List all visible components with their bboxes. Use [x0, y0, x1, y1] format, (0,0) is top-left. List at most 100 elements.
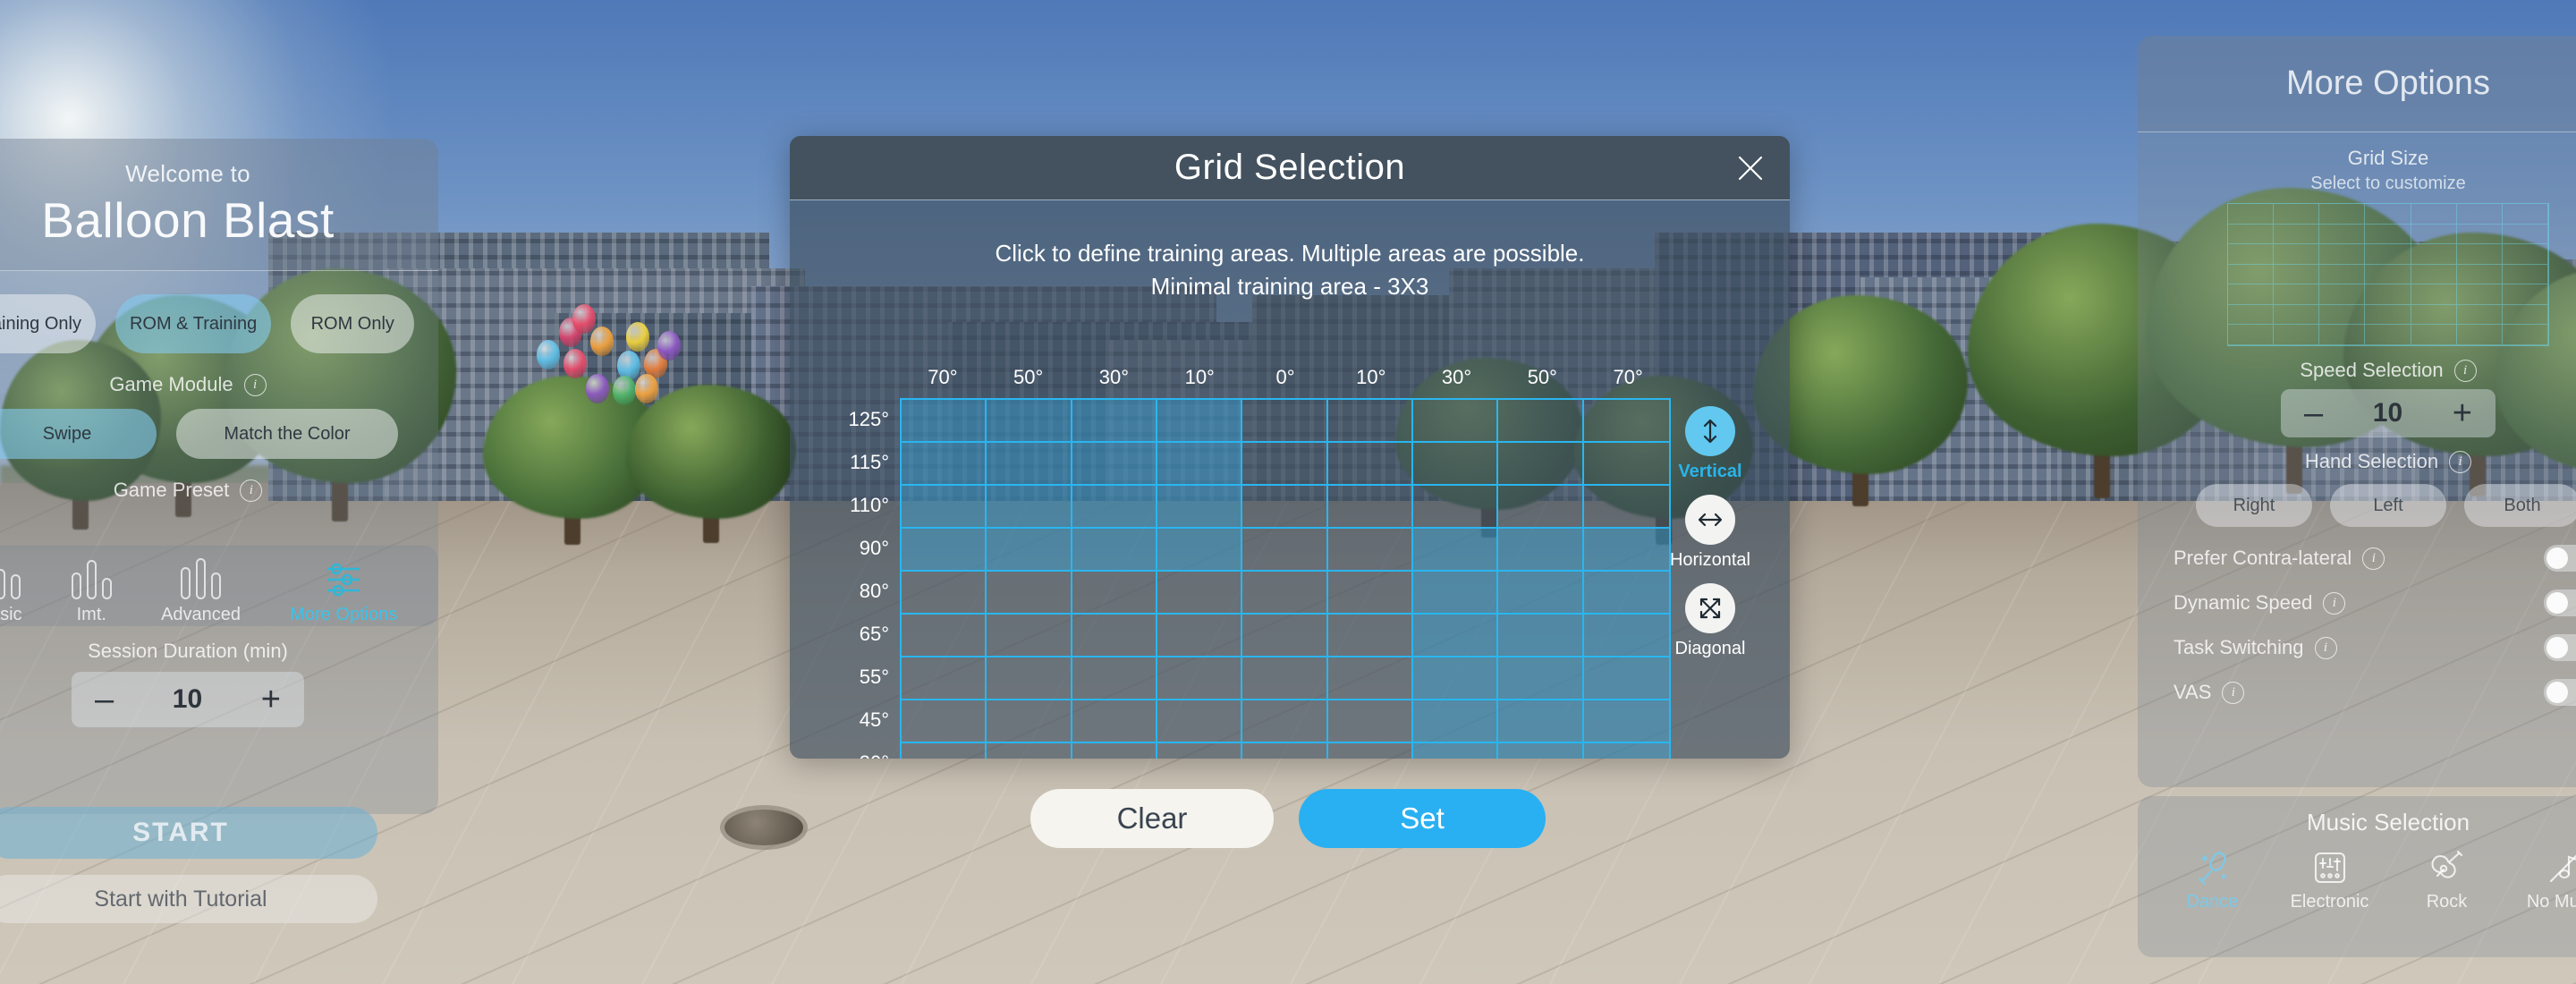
grid-cell[interactable]: [1583, 743, 1669, 759]
grid-cell[interactable]: [1327, 486, 1413, 529]
grid-cell[interactable]: [987, 700, 1072, 743]
clear-button[interactable]: Clear: [1030, 789, 1274, 848]
dialog-instructions: Click to define training areas. Multiple…: [790, 200, 1790, 302]
grid-cell[interactable]: [1072, 657, 1157, 700]
grid-cell[interactable]: [987, 486, 1072, 529]
grid-cell[interactable]: [1072, 615, 1157, 657]
grid-cell[interactable]: [1498, 486, 1584, 529]
grid-cell[interactable]: [1327, 572, 1413, 615]
grid-cell[interactable]: [1413, 615, 1499, 657]
grid-cell[interactable]: [1413, 486, 1499, 529]
grid-cell[interactable]: [987, 443, 1072, 486]
grid-cell[interactable]: [987, 400, 1072, 443]
close-icon[interactable]: [1729, 147, 1772, 190]
grid-cell[interactable]: [902, 400, 987, 443]
grid-cell[interactable]: [1413, 400, 1499, 443]
grid-cell[interactable]: [1583, 615, 1669, 657]
grid-cell[interactable]: [902, 572, 987, 615]
grid-cell[interactable]: [1413, 443, 1499, 486]
grid-row-labels: 125° 115° 110° 90° 80° 65° 55° 45° 30°: [848, 398, 900, 759]
grid-cell[interactable]: [987, 572, 1072, 615]
grid-cell[interactable]: [1072, 529, 1157, 572]
grid-cell[interactable]: [1327, 400, 1413, 443]
tree-canopy: [0, 340, 161, 501]
grid-row-label: 30°: [848, 742, 900, 759]
grid-cell[interactable]: [987, 743, 1072, 759]
grid-cell[interactable]: [1498, 529, 1584, 572]
grid-cell[interactable]: [902, 443, 987, 486]
orientation-button-diagonal[interactable]: Diagonal: [1675, 583, 1745, 659]
grid-cell[interactable]: [1583, 572, 1669, 615]
grid-cell[interactable]: [902, 743, 987, 759]
grid-cell[interactable]: [1327, 443, 1413, 486]
grid-cell[interactable]: [902, 615, 987, 657]
grid-cell[interactable]: [1583, 443, 1669, 486]
grid-cell[interactable]: [1498, 657, 1584, 700]
grid-cell[interactable]: [1583, 400, 1669, 443]
grid-cell[interactable]: [1498, 400, 1584, 443]
grid-cell[interactable]: [1498, 743, 1584, 759]
grid-cell[interactable]: [1328, 743, 1413, 759]
grid-cell[interactable]: [1583, 700, 1669, 743]
grid-cell[interactable]: [1242, 657, 1328, 700]
grid-cell[interactable]: [1072, 572, 1157, 615]
grid-cell[interactable]: [1072, 743, 1157, 759]
grid-cell[interactable]: [1157, 657, 1243, 700]
grid-cell[interactable]: [1242, 443, 1328, 486]
grid-cell[interactable]: [1072, 400, 1157, 443]
dialog-title: Grid Selection: [1174, 148, 1406, 187]
grid-cell[interactable]: [1413, 743, 1499, 759]
grid-cell[interactable]: [1413, 529, 1499, 572]
grid-cell[interactable]: [1498, 615, 1584, 657]
grid-cell[interactable]: [902, 486, 987, 529]
grid-cell[interactable]: [1242, 700, 1328, 743]
grid-cell[interactable]: [1498, 572, 1584, 615]
grid-cell[interactable]: [1327, 615, 1413, 657]
grid-column-header: 70°: [1613, 366, 1643, 388]
grid-cell[interactable]: [1242, 572, 1328, 615]
grid-cell[interactable]: [1498, 443, 1584, 486]
orientation-button-vertical[interactable]: Vertical: [1678, 406, 1742, 482]
grid-cell[interactable]: [902, 529, 987, 572]
grid-cell[interactable]: [1072, 700, 1157, 743]
grid-cell[interactable]: [1583, 657, 1669, 700]
grid-cell[interactable]: [987, 615, 1072, 657]
grid-cell[interactable]: [1327, 529, 1413, 572]
grid-cell[interactable]: [1498, 700, 1584, 743]
grid-cell[interactable]: [1242, 486, 1328, 529]
grid-cell[interactable]: [1157, 700, 1243, 743]
grid-cell[interactable]: [1157, 572, 1243, 615]
grid-table[interactable]: [900, 398, 1671, 759]
grid-cell[interactable]: [1413, 572, 1499, 615]
grid-cell[interactable]: [1242, 743, 1328, 759]
grid-cell[interactable]: [1157, 529, 1243, 572]
grid-cell[interactable]: [1072, 443, 1157, 486]
grid-cell[interactable]: [902, 700, 987, 743]
grid-column-header: 10°: [1356, 366, 1386, 388]
grid-cell[interactable]: [1327, 700, 1413, 743]
grid-cell[interactable]: [1157, 400, 1243, 443]
grid-cell[interactable]: [1242, 529, 1328, 572]
grid-cell[interactable]: [987, 657, 1072, 700]
grid-cell[interactable]: [1157, 486, 1243, 529]
grid-cell[interactable]: [1157, 615, 1243, 657]
balloon: [635, 374, 658, 403]
grid-column-header: 70°: [928, 366, 958, 388]
grid-cell[interactable]: [1242, 400, 1328, 443]
grid-cell[interactable]: [1157, 443, 1243, 486]
grid-cell[interactable]: [987, 529, 1072, 572]
start-button[interactable]: START: [0, 807, 377, 859]
grid-cell[interactable]: [902, 657, 987, 700]
grid-cell[interactable]: [1583, 486, 1669, 529]
orientation-button-horizontal[interactable]: Horizontal: [1670, 495, 1750, 571]
grid-cell[interactable]: [1072, 486, 1157, 529]
grid-cell[interactable]: [1413, 657, 1499, 700]
grid-cell[interactable]: [1327, 657, 1413, 700]
start-with-tutorial-button[interactable]: Start with Tutorial: [0, 875, 377, 923]
grid-cell[interactable]: [1242, 615, 1328, 657]
grid-cell[interactable]: [1413, 700, 1499, 743]
grid-column-header: 30°: [1441, 366, 1472, 388]
grid-cell[interactable]: [1157, 743, 1243, 759]
grid-cell[interactable]: [1583, 529, 1669, 572]
set-button[interactable]: Set: [1299, 789, 1546, 848]
